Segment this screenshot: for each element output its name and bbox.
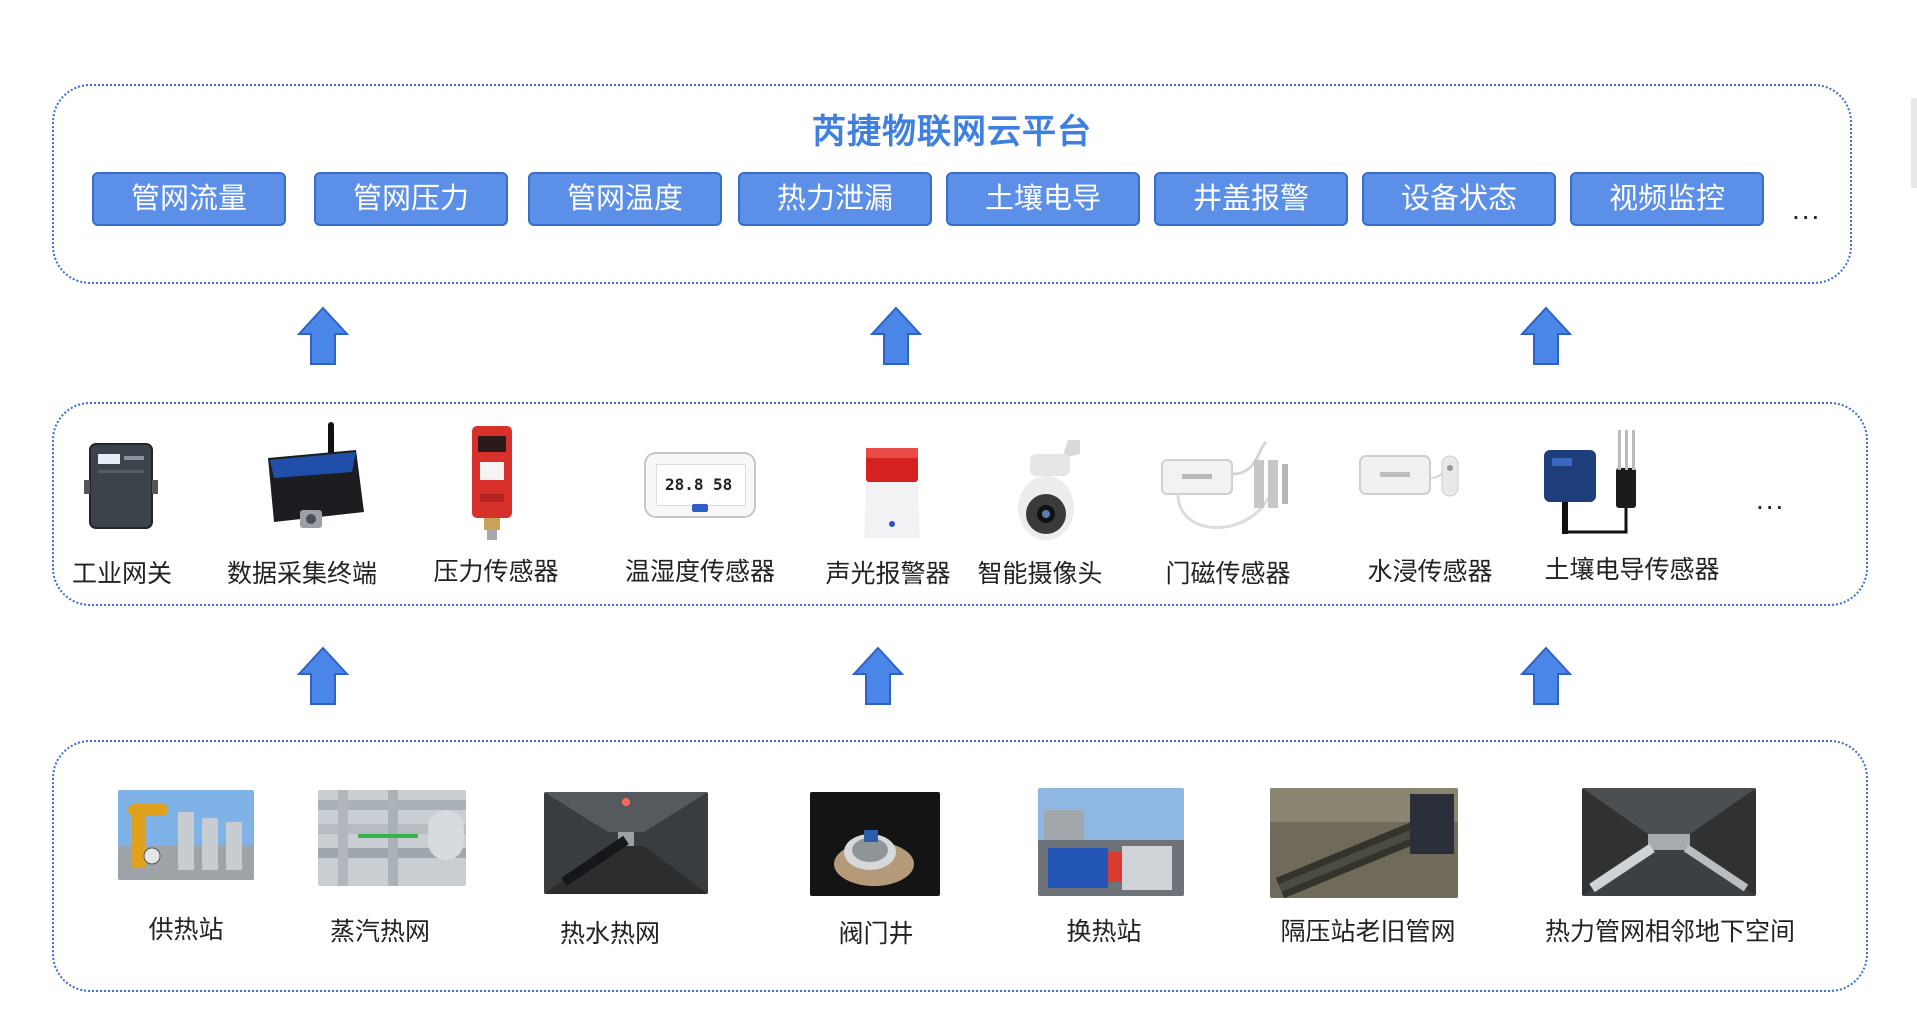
device-label-water-sensor: 水浸传感器: [1367, 558, 1493, 586]
camera-icon: [1018, 440, 1080, 540]
device-label-temp-humidity-sensor: 温湿度传感器: [624, 558, 776, 586]
function-chip-temperature[interactable]: 管网温度: [528, 172, 722, 226]
device-label-soil-conductivity-sensor: 土壤电导传感器: [1544, 556, 1720, 584]
door-sensor-icon: [1161, 440, 1288, 529]
valve-well-photo: [810, 792, 940, 896]
function-chip-pressure[interactable]: 管网压力: [314, 172, 508, 226]
pressure-sensor-icon: [472, 426, 512, 540]
function-chip-video[interactable]: 视频监控: [1570, 172, 1764, 226]
data-terminal-icon: [268, 422, 364, 528]
scene-label-heat-exchange-station: 换热站: [1066, 918, 1142, 946]
up-arrow-icon: [1520, 306, 1572, 365]
gateway-icon: [84, 443, 158, 529]
up-arrow-icon: [852, 646, 904, 705]
water-sensor-icon: [1359, 455, 1459, 497]
scene-label-valve-well: 阀门井: [838, 920, 914, 948]
device-label-door-sensor: 门磁传感器: [1165, 560, 1291, 588]
function-chip-manhole[interactable]: 井盖报警: [1154, 172, 1348, 226]
up-arrow-icon: [1520, 646, 1572, 705]
scene-label-old-pipeline: 隔压站老旧管网: [1280, 918, 1456, 946]
underground-space-photo: [1582, 788, 1756, 896]
device-label-gateway: 工业网关: [71, 560, 173, 588]
temp-humidity-sensor-icon: 28.8 58: [644, 452, 756, 518]
scene-label-hot-water-network: 热水热网: [559, 920, 661, 948]
edge-mark: [1911, 98, 1917, 188]
scene-label-underground-space: 热力管网相邻地下空间: [1544, 918, 1796, 946]
scene-label-steam-network: 蒸汽热网: [329, 918, 431, 946]
platform-title: 芮捷物联网云平台: [812, 113, 1092, 151]
hot-water-network-photo: [544, 792, 708, 894]
steam-network-photo: [318, 790, 466, 886]
platform-panel: 芮捷物联网云平台 管网流量 管网压力 管网温度 热力泄漏 土壤电导 井盖报警 设…: [52, 84, 1852, 284]
device-label-alarm: 声光报警器: [825, 560, 951, 588]
up-arrow-icon: [870, 306, 922, 365]
device-label-camera: 智能摄像头: [977, 560, 1103, 588]
heat-exchange-station-photo: [1038, 788, 1184, 896]
device-label-data-terminal: 数据采集终端: [226, 560, 378, 588]
alarm-icon: [864, 448, 920, 538]
display-humidity: 58: [713, 475, 733, 494]
function-chip-soil[interactable]: 土壤电导: [946, 172, 1140, 226]
heating-station-photo: [118, 790, 254, 880]
function-more: ...: [1792, 194, 1822, 225]
soil-conductivity-sensor-icon: [1544, 430, 1636, 534]
function-chip-flow[interactable]: 管网流量: [92, 172, 286, 226]
scene-label-heating-station: 供热站: [148, 916, 224, 944]
old-pipeline-photo: [1270, 788, 1458, 898]
device-more: ...: [1756, 484, 1786, 515]
up-arrow-icon: [297, 646, 349, 705]
device-label-pressure-sensor: 压力传感器: [433, 558, 559, 586]
display-temp: 28.8: [665, 475, 704, 494]
function-chip-device-status[interactable]: 设备状态: [1362, 172, 1556, 226]
up-arrow-icon: [297, 306, 349, 365]
function-chip-leak[interactable]: 热力泄漏: [738, 172, 932, 226]
